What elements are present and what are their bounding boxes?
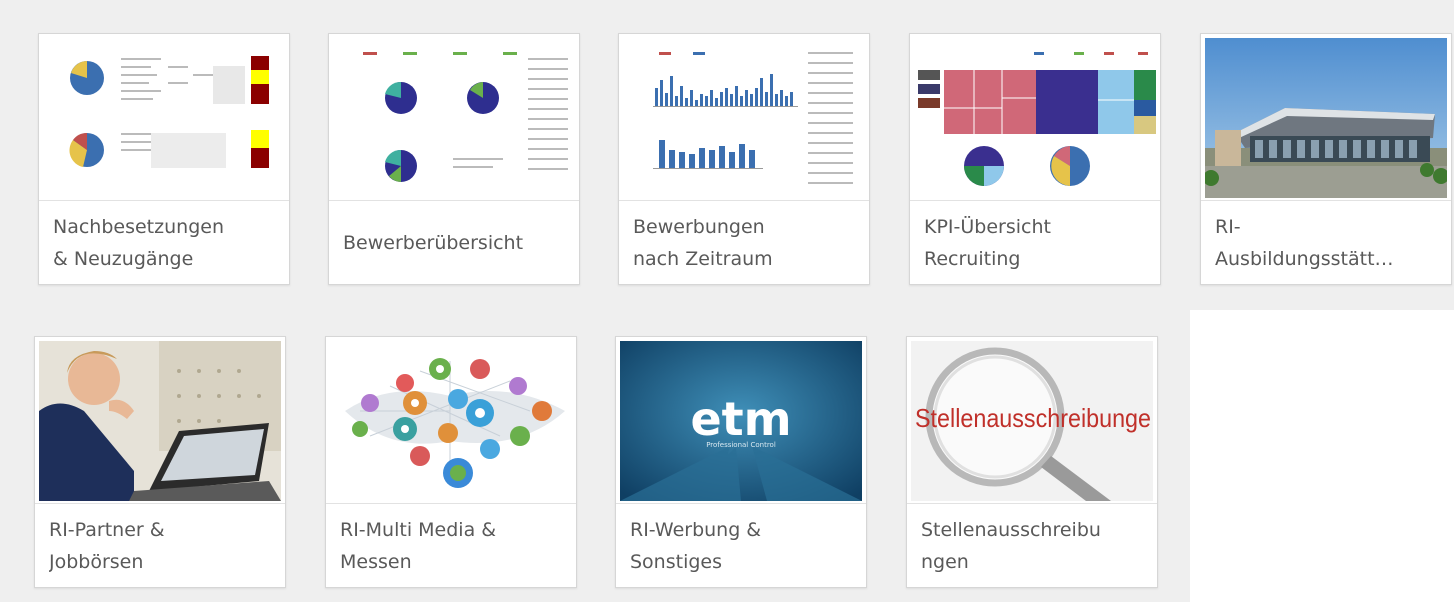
card-title: Bewerberübersicht: [343, 231, 524, 254]
card-title: Stellenausschreibu ngen: [921, 518, 1101, 573]
app-card-ausbildungsstaetten[interactable]: RI- Ausbildungsstätt…: [1200, 33, 1452, 285]
card-caption: RI-Werbung & Sonstiges: [616, 503, 866, 587]
card-thumbnail: [1205, 38, 1447, 198]
card-thumbnail: [623, 38, 865, 198]
etm-logo-text: etm: [690, 392, 791, 446]
card-caption: KPI-Übersicht Recruiting: [910, 200, 1160, 284]
stellen-word: Stellenausschreibunge: [915, 403, 1151, 433]
card-thumbnail: [333, 38, 575, 198]
app-card-partner-jobboersen[interactable]: RI-Partner & Jobbörsen: [34, 336, 286, 588]
etm-tagline: Professional Control: [706, 441, 776, 449]
app-card-werbung-sonstiges[interactable]: etm Professional Control RI-Werbung & So…: [615, 336, 867, 588]
app-card-multi-media-messen[interactable]: RI-Multi Media & Messen: [325, 336, 577, 588]
card-title: KPI-Übersicht Recruiting: [924, 215, 1051, 270]
card-caption: RI-Partner & Jobbörsen: [35, 503, 285, 587]
card-title: RI-Multi Media & Messen: [340, 518, 497, 573]
card-caption: RI-Multi Media & Messen: [326, 503, 576, 587]
card-caption: Nachbesetzungen & Neuzugänge: [39, 200, 289, 284]
card-caption: Bewerberübersicht: [329, 200, 579, 284]
app-card-bewerbungen-zeitraum[interactable]: Bewerbungen nach Zeitraum: [618, 33, 870, 285]
card-caption: Bewerbungen nach Zeitraum: [619, 200, 869, 284]
card-thumbnail: [43, 38, 285, 198]
card-title: Bewerbungen nach Zeitraum: [633, 215, 773, 270]
app-card-nachbesetzungen[interactable]: Nachbesetzungen & Neuzugänge: [38, 33, 290, 285]
card-title: Nachbesetzungen & Neuzugänge: [53, 215, 224, 270]
card-caption: RI- Ausbildungsstätt…: [1201, 200, 1451, 284]
card-thumbnail: etm Professional Control: [620, 341, 862, 501]
card-thumbnail: Stellenausschreibunge: [911, 341, 1153, 501]
app-card-bewerberuebersicht[interactable]: Bewerberübersicht: [328, 33, 580, 285]
card-title: RI-Partner & Jobbörsen: [49, 518, 165, 573]
card-thumbnail: [914, 38, 1156, 198]
app-card-stellenausschreibungen[interactable]: Stellenausschreibunge Stellenausschreibu…: [906, 336, 1158, 588]
card-thumbnail: [330, 341, 572, 501]
card-title: RI-Werbung & Sonstiges: [630, 518, 762, 573]
card-title: RI- Ausbildungsstätt…: [1215, 215, 1394, 270]
app-card-kpi-uebersicht[interactable]: KPI-Übersicht Recruiting: [909, 33, 1161, 285]
card-caption: Stellenausschreibu ngen: [907, 503, 1157, 587]
card-thumbnail: [39, 341, 281, 501]
